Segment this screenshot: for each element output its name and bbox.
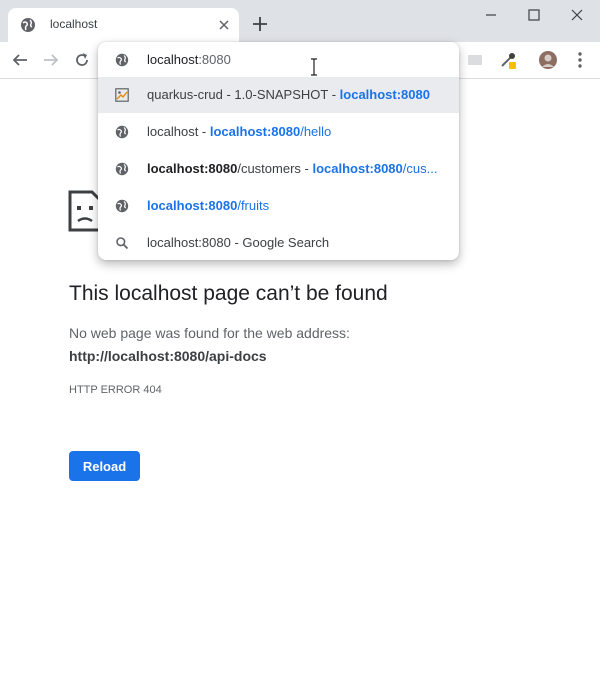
text-cursor-icon xyxy=(311,58,317,76)
suggestion-text: localhost:8080 - Google Search xyxy=(147,235,452,250)
suggestion-text: localhost:8080/customers - localhost:808… xyxy=(147,161,452,176)
error-title: This localhost page can’t be found xyxy=(69,282,388,305)
suggestion-text: localhost - localhost:8080/hello xyxy=(147,124,452,139)
suggestion-text-part: localhost:8080 xyxy=(339,87,430,102)
omnibox-dropdown: localhost:8080 quarkus-crud - 1.0-SNAPSH… xyxy=(98,42,459,260)
inline-autocomplete: :8080 xyxy=(198,52,231,67)
tab-strip: localhost xyxy=(0,0,600,42)
close-tab-icon[interactable] xyxy=(217,18,231,32)
forward-arrow-icon[interactable] xyxy=(42,51,60,69)
suggestion-text-part: /fruits xyxy=(237,198,270,213)
suggestion-text-part: localhost:8080 xyxy=(312,161,403,176)
reload-icon[interactable] xyxy=(73,51,91,69)
address-bar-input[interactable]: localhost:8080 xyxy=(147,52,231,67)
omnibox-suggestion[interactable]: quarkus-crud - 1.0-SNAPSHOT - localhost:… xyxy=(98,77,459,113)
suggestion-text-part: /cus... xyxy=(402,161,438,176)
suggestion-text-part: localhost:8080 xyxy=(209,124,301,139)
suggestion-text-part: /customers - xyxy=(237,161,313,176)
error-url: http://localhost:8080/api-docs xyxy=(69,348,267,364)
quarkus-favicon xyxy=(115,88,129,102)
maximize-icon[interactable] xyxy=(527,8,541,22)
tab-title: localhost xyxy=(50,17,98,31)
suggestion-text-part: localhost:8080 xyxy=(147,198,238,213)
sad-page-icon xyxy=(68,190,102,232)
suggestion-text-part: localhost - xyxy=(147,124,210,139)
omnibox-suggestion[interactable]: localhost:8080 - Google Search xyxy=(98,225,459,261)
window-close-icon[interactable] xyxy=(570,8,584,22)
suggestion-text: quarkus-crud - 1.0-SNAPSHOT - localhost:… xyxy=(147,87,452,102)
globe-icon xyxy=(115,53,129,67)
reload-button[interactable]: Reload xyxy=(69,451,140,481)
new-tab-plus-icon[interactable] xyxy=(251,15,269,33)
suggestion-text-part: localhost:8080 - Google Search xyxy=(147,235,330,250)
suggestion-text-part: localhost:8080 xyxy=(147,161,238,176)
extension-grey-icon[interactable] xyxy=(465,50,485,70)
back-arrow-icon[interactable] xyxy=(11,51,29,69)
globe-icon xyxy=(115,162,129,176)
error-description: No web page was found for the web addres… xyxy=(69,325,350,341)
search-icon xyxy=(116,237,129,250)
suggestion-text-part: /hello xyxy=(300,124,332,139)
suggestion-text: localhost:8080/fruits xyxy=(147,198,452,213)
omnibox-suggestion[interactable]: localhost:8080/fruits xyxy=(98,188,459,224)
omnibox-suggestion[interactable]: localhost - localhost:8080/hello xyxy=(98,114,459,150)
profile-avatar[interactable] xyxy=(538,50,558,70)
omnibox-suggestion[interactable]: localhost:8080/customers - localhost:808… xyxy=(98,151,459,187)
menu-kebab-icon[interactable] xyxy=(570,50,590,70)
typed-text: localhost xyxy=(147,52,199,67)
error-code: HTTP ERROR 404 xyxy=(69,384,162,396)
suggestion-text-part: quarkus-crud - 1.0-SNAPSHOT - xyxy=(147,87,340,102)
minimize-icon[interactable] xyxy=(484,8,498,22)
globe-icon xyxy=(115,199,129,213)
globe-icon xyxy=(115,125,129,139)
tab-localhost[interactable]: localhost xyxy=(8,8,239,42)
globe-icon xyxy=(21,18,35,32)
eyedropper-extension-icon[interactable] xyxy=(498,50,518,70)
